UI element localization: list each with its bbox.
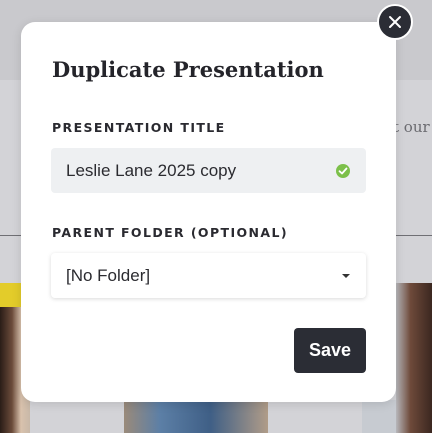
presentation-title-value: Leslie Lane 2025 copy bbox=[66, 161, 237, 180]
background-photo-right bbox=[396, 283, 432, 433]
parent-folder-select[interactable]: [No Folder] bbox=[51, 253, 366, 298]
background-divider-right bbox=[396, 235, 432, 236]
background-text: t our bbox=[393, 118, 430, 136]
close-button[interactable] bbox=[377, 4, 413, 40]
presentation-title-label: PRESENTATION TITLE bbox=[52, 120, 226, 135]
save-button[interactable]: Save bbox=[294, 328, 366, 373]
parent-folder-value: [No Folder] bbox=[66, 266, 151, 285]
duplicate-presentation-dialog: Duplicate Presentation PRESENTATION TITL… bbox=[21, 22, 396, 402]
presentation-title-input[interactable]: Leslie Lane 2025 copy bbox=[51, 148, 366, 193]
parent-folder-label: PARENT FOLDER (OPTIONAL) bbox=[52, 225, 288, 240]
chevron-down-icon bbox=[342, 274, 350, 278]
background-photo-right-shirt bbox=[362, 400, 396, 433]
close-icon bbox=[389, 16, 401, 28]
background-photo-center bbox=[124, 402, 268, 433]
checkmark-icon bbox=[336, 164, 350, 178]
background-divider-left bbox=[0, 235, 22, 236]
dialog-title: Duplicate Presentation bbox=[52, 57, 324, 82]
